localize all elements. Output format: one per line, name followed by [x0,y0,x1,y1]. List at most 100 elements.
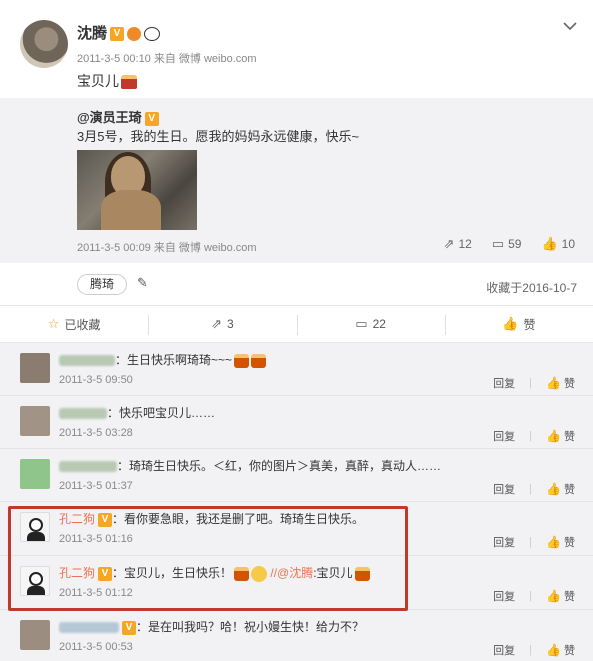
comment-line: ：快乐吧宝贝儿…… [59,404,215,421]
commenter-name-blurred[interactable] [59,622,119,634]
comment-actions: 回复 | 👍 赞 [493,642,575,658]
repost-comment-stat[interactable]: ▭ 59 [492,236,522,252]
reply-button[interactable]: 回复 [493,428,515,444]
comment-text: ：宝贝儿，生日快乐！ [112,566,233,580]
repost-like-count: 10 [561,237,575,251]
verified-icon: V [122,620,136,635]
comment-like-button[interactable]: 👍 赞 [546,642,575,658]
thumbs-up-icon: 👍 [502,316,519,331]
comment-like-label: 赞 [564,591,575,603]
avatar-body [27,532,45,541]
comment-button[interactable]: ▭ 22 [296,306,445,342]
comment-like-button[interactable]: 👍 赞 [546,534,575,550]
avatar-head [29,572,43,586]
comment-text: ：是在叫我吗？哈！祝小嫚生快！给力不？ [136,620,365,634]
verified-icon: V [98,512,113,527]
action-bar: ☆ 已收藏 ⇗ 3 ▭ 22 👍 赞 [0,305,593,343]
comment-line: 孔二狗 V ：宝贝儿，生日快乐！ //@沈腾:宝贝儿 [59,564,370,582]
cake-emoji-icon [354,566,370,581]
comment-item: ：快乐吧宝贝儿…… 2011-3-5 03:28 回复 | 👍 赞 [0,396,593,449]
member-icon [127,27,142,42]
divider: | [529,536,532,548]
comment-like-label: 赞 [564,484,575,496]
reply-button[interactable]: 回复 [493,642,515,658]
commenter-name-blurred[interactable] [59,461,117,473]
comment-time: 2011-3-5 01:12 [59,587,133,599]
reposted-content[interactable]: @演员王琦 V 3月5号，我的生日。愿我的妈妈永远健康，快乐~ 2011-3-5 … [0,98,593,263]
comment-actions: 回复 | 👍 赞 [493,481,575,497]
comment-item: 孔二狗 V ：看你要急眼，我还是删了吧。琦琦生日快乐。 2011-3-5 01:16… [0,502,593,556]
comment-text: ：看你要急眼，我还是删了吧。琦琦生日快乐。 [112,512,365,526]
reply-button[interactable]: 回复 [493,481,515,497]
thumbs-up-icon: 👍 [545,482,561,496]
chevron-down-icon[interactable] [563,18,577,34]
panda-icon [144,27,161,42]
comment-text: ：快乐吧宝贝儿…… [107,406,216,420]
comment-time: 2011-3-5 01:16 [59,533,133,545]
commenter-avatar[interactable] [20,459,50,489]
commenter-name[interactable]: 孔二狗 [59,512,95,526]
comment-like-label: 赞 [564,645,575,657]
thumbs-up-icon: 👍 [545,429,561,443]
divider: | [529,644,532,656]
comment-like-label: 赞 [564,537,575,549]
favorite-button[interactable]: ☆ 已收藏 [0,306,148,342]
repost-share-stat[interactable]: ⇗ 12 [444,236,472,252]
share-icon: ⇗ [443,236,455,251]
repost-image[interactable] [77,150,197,230]
comment-line: V ：是在叫我吗？哈！祝小嫚生快！给力不？ [59,618,364,635]
commenter-avatar[interactable] [20,620,50,650]
repost-count: 3 [226,317,234,331]
pencil-icon[interactable]: ✎ [137,275,148,291]
comment-actions: 回复 | 👍 赞 [493,588,575,604]
mention-link[interactable]: //@沈腾 [267,566,313,580]
author-avatar[interactable] [20,20,68,68]
repost-button[interactable]: ⇗ 3 [148,306,296,342]
reply-button[interactable]: 回复 [493,375,515,391]
comment-like-button[interactable]: 👍 赞 [546,588,575,604]
comment-actions: 回复 | 👍 赞 [493,428,575,444]
comment-actions: 回复 | 👍 赞 [493,534,575,550]
commenter-name-blurred[interactable] [59,408,107,420]
commenter-avatar[interactable] [20,353,50,383]
commenter-avatar[interactable] [20,406,50,436]
repost-like-stat[interactable]: 👍 10 [541,236,575,252]
comment-item: V ：是在叫我吗？哈！祝小嫚生快！给力不？ 2011-3-5 00:53 回复 | 👍… [0,610,593,661]
divider: | [529,377,532,389]
comment-like-button[interactable]: 👍 赞 [546,481,575,497]
author-name[interactable]: 沈腾 [77,25,107,42]
mention-text: :宝贝儿 [313,566,353,580]
post-meta: 2011-3-5 00:10 来自 微博 weibo.com [77,53,257,65]
like-button[interactable]: 👍 赞 [444,306,593,342]
comment-icon: ▭ [355,316,368,331]
reply-button[interactable]: 回复 [493,588,515,604]
gift-emoji-icon [234,353,250,368]
comment-time: 2011-3-5 03:28 [59,427,133,439]
like-label: 赞 [523,317,536,332]
avatar-head [29,518,43,532]
tag-row: 腾琦 ✎ 收藏于2016-10-7 [0,263,593,305]
comment-like-label: 赞 [564,378,575,390]
tag-chip[interactable]: 腾琦 [77,274,128,295]
favorite-date: 收藏于2016-10-7 [486,281,577,295]
star-icon: ☆ [47,316,60,331]
commenter-avatar[interactable] [20,512,50,542]
post-author[interactable]: 沈腾 V [77,22,161,43]
reply-button[interactable]: 回复 [493,534,515,550]
comment-actions: 回复 | 👍 赞 [493,375,575,391]
repost-author-name[interactable]: @演员王琦 [77,110,142,125]
repost-text: 3月5号，我的生日。愿我的妈妈永远健康，快乐~ [77,129,360,144]
comment-item: ：琦琦生日快乐。＜红，你的图片＞真美，真醉，真动人…… 2011-3-5 01:… [0,449,593,502]
repost-author[interactable]: @演员王琦 V [77,107,159,126]
image-figure-body [101,190,161,230]
commenter-name-blurred[interactable] [59,355,115,367]
comment-item: ：生日快乐啊琦琦~~~ 2011-3-5 09:50 回复 | 👍 赞 [0,343,593,396]
comment-like-button[interactable]: 👍 赞 [546,375,575,391]
verified-icon: V [144,111,159,126]
divider: | [529,430,532,442]
commenter-avatar[interactable] [20,566,50,596]
divider: | [529,590,532,602]
favorite-label: 已收藏 [64,317,101,332]
comment-like-button[interactable]: 👍 赞 [546,428,575,444]
commenter-name[interactable]: 孔二狗 [59,566,95,580]
